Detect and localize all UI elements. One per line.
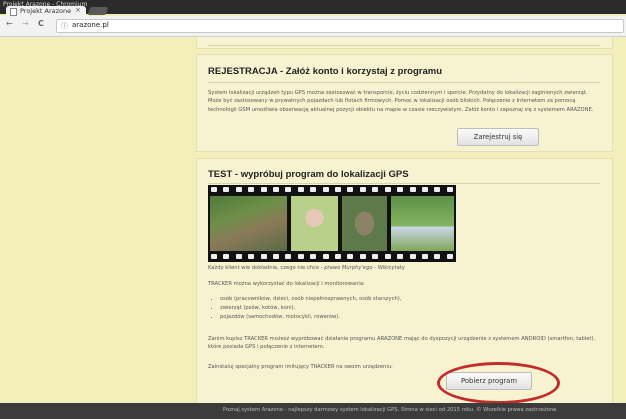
divider: [208, 82, 600, 83]
film-perforation: [211, 187, 453, 193]
quote-source: - Wikicytaty: [374, 265, 405, 271]
url-text[interactable]: arazone.pl: [72, 21, 109, 29]
forward-arrow-icon[interactable]: →: [22, 19, 29, 28]
test-heading: TEST - wypróbuj program do lokalizacji G…: [208, 169, 409, 180]
tracker-uses-list: osób (pracowników, dzieci, osób niepełno…: [208, 295, 401, 322]
address-bar[interactable]: ⓘ arazone.pl: [56, 19, 624, 33]
tracker-intro: TRACKER można wykorzystać do lokalizacji…: [208, 281, 365, 287]
film-perforation: [211, 254, 453, 260]
quote-link[interactable]: prawo Murphy'ego: [324, 265, 372, 271]
registration-card: REJESTRACJA - Załóż konto i korzystaj z …: [196, 54, 613, 152]
test-card: TEST - wypróbuj program do lokalizacji G…: [196, 158, 613, 405]
list-item: zwierząt (psów, kotów, koni),: [220, 304, 401, 313]
photo-boy: [391, 196, 454, 251]
list-item: osób (pracowników, dzieci, osób niepełno…: [220, 295, 401, 304]
page-content: REJESTRACJA - Załóż konto i korzystaj z …: [0, 37, 626, 405]
film-strip-image: [208, 185, 456, 262]
quote-caption: Każdy klient wie dokładnie, czego nie ch…: [208, 265, 405, 271]
close-icon[interactable]: ×: [75, 6, 81, 14]
registration-text: System lokalizacji urządzeń typu GPS moż…: [208, 90, 594, 113]
register-button[interactable]: Zarejestruj się: [457, 128, 539, 146]
divider: [208, 183, 600, 184]
new-tab-button[interactable]: [87, 7, 109, 15]
trial-description: Zanim kupisz TRACKER możesz wypróbować d…: [208, 336, 596, 351]
footer-text: Poznaj system Arazone - najlepszy darmow…: [223, 407, 558, 413]
photo-dog: [342, 196, 387, 251]
browser-toolbar: ← → C ⓘ arazone.pl: [0, 16, 626, 37]
page-icon: [10, 8, 17, 16]
back-arrow-icon[interactable]: ←: [6, 19, 13, 28]
tab-label: Projekt Arazone: [20, 7, 72, 15]
reload-icon[interactable]: C: [38, 19, 44, 28]
info-icon[interactable]: ⓘ: [61, 21, 68, 31]
quote-text: Każdy klient wie dokładnie, czego nie ch…: [208, 265, 323, 271]
photo-offroad: [210, 196, 287, 251]
footer: Poznaj system Arazone - najlepszy darmow…: [0, 403, 626, 419]
list-item: pojazdów (samochodów, motocykli, rowerów…: [220, 313, 401, 322]
previous-section-card: [196, 37, 613, 49]
photo-child: [291, 196, 338, 251]
registration-heading: REJESTRACJA - Załóż konto i korzystaj z …: [208, 66, 443, 77]
divider: [208, 45, 600, 46]
highlight-circle: [437, 362, 560, 404]
